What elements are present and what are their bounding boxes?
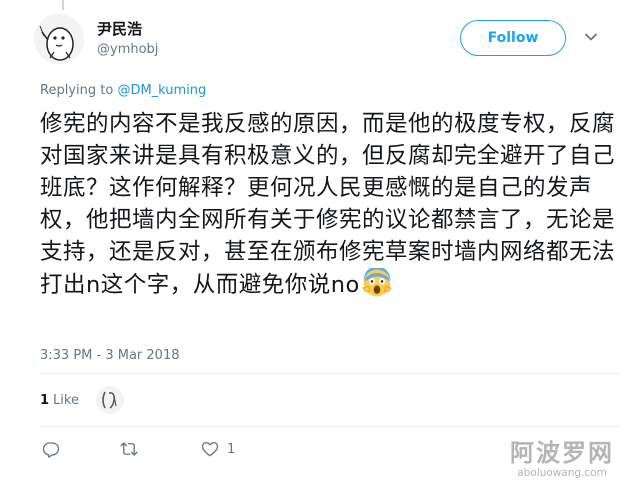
avatar-sketch-icon (39, 25, 74, 61)
user-handle[interactable]: @ymhobj (97, 42, 158, 57)
watermark-url: aboluowang.com (517, 467, 607, 479)
reply-mention-link[interactable]: @DM_kuming (117, 83, 206, 98)
watermark-title: 阿波罗网 (510, 439, 614, 467)
divider (40, 426, 620, 427)
tweet-body: 修宪的内容不是我反感的原因，而是他的极度专权，反腐对国家来讲是具有积极意义的，但… (40, 111, 616, 298)
like-count: 1 (227, 441, 236, 457)
avatar[interactable] (34, 14, 84, 64)
retweet-button[interactable] (120, 440, 138, 458)
reply-icon (42, 442, 60, 458)
follow-button[interactable]: Follow (460, 20, 566, 56)
tweet-timestamp[interactable]: 3:33 PM - 3 Mar 2018 (40, 348, 179, 363)
retweet-icon (120, 442, 138, 456)
divider (40, 373, 620, 374)
watermark: 阿波罗网 aboluowang.com (510, 440, 614, 480)
like-button[interactable]: 1 (201, 440, 235, 458)
liker-sketch-icon (102, 391, 117, 409)
heart-icon (201, 441, 219, 457)
liker-avatar[interactable] (96, 386, 124, 414)
chevron-down-icon[interactable] (584, 30, 598, 44)
reply-button[interactable] (42, 440, 60, 458)
likes-count: 1 (40, 393, 50, 408)
likes-stat[interactable]: 1 Like (40, 393, 79, 408)
likes-label: Like (53, 393, 79, 408)
reply-context: Replying to @DM_kuming (40, 83, 206, 98)
display-name[interactable]: 尹民浩 (97, 18, 142, 39)
reply-context-prefix: Replying to (40, 83, 118, 98)
thread-connector-line (62, 0, 64, 10)
face-screaming-in-fear-icon (362, 268, 392, 297)
tweet-text: 修宪的内容不是我反感的原因，而是他的极度专权，反腐对国家来讲是具有积极意义的，但… (40, 108, 615, 301)
